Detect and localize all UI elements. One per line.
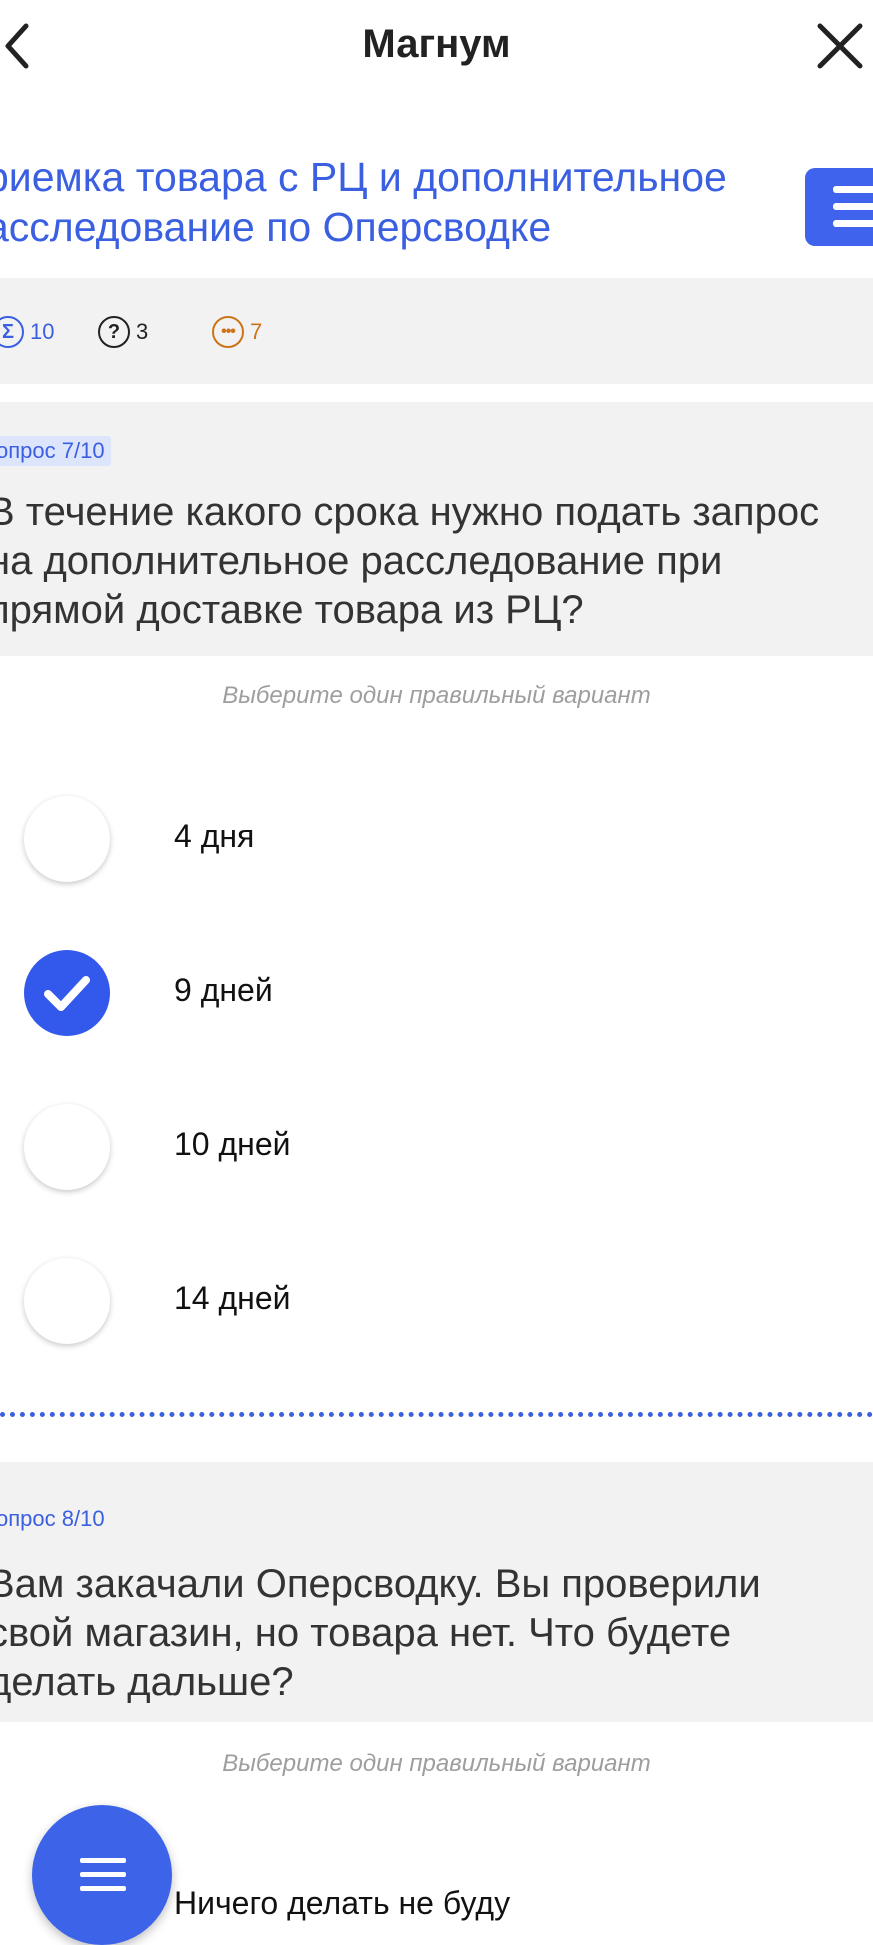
question-card: опрос 8/10 Вам закачали Оперсводку. Вы п… (0, 1462, 873, 1722)
question-text-line: В течение какого срока нужно подать запр… (0, 490, 820, 534)
close-button[interactable] (812, 18, 868, 74)
answer-option-label: 10 дней (174, 1126, 291, 1162)
question-text: Вам закачали Оперсводку. Вы проверили св… (0, 1560, 868, 1707)
chevron-left-icon (5, 23, 29, 69)
answer-option-label[interactable]: Ничего делать не буду (174, 1885, 510, 1922)
answer-option-label: 4 дня (174, 818, 255, 854)
course-title: риемка товара с РЦ и дополнительное ассл… (0, 152, 776, 252)
back-button[interactable] (0, 20, 44, 72)
question-text-line: свой магазин, но товара нет. Что будете (0, 1611, 732, 1655)
question-text-line: делать дальше? (0, 1660, 294, 1704)
answer-option[interactable]: 10 дней (0, 1088, 873, 1208)
question-text-line: Вам закачали Оперсводку. Вы проверили (0, 1562, 761, 1606)
question-number: опрос 7/10 (0, 436, 111, 466)
answer-hint: Выберите один правильный вариант (222, 682, 651, 709)
course-title-line1: риемка товара с РЦ и дополнительное (0, 154, 727, 200)
close-icon (817, 23, 863, 69)
sigma-icon: Σ (0, 316, 24, 348)
question-card: опрос 7/10 В течение какого срока нужно … (0, 402, 873, 656)
question-icon: ? (98, 316, 130, 348)
question-divider (0, 1412, 873, 1417)
radio-unchecked-icon[interactable] (24, 1104, 110, 1190)
answer-option[interactable]: 4 дня (0, 780, 873, 900)
question-text-line: прямой доставке товара из РЦ? (0, 588, 584, 632)
floating-menu-button[interactable] (32, 1805, 172, 1945)
menu-button[interactable] (805, 168, 873, 246)
stats-bar: Σ 10 ? 3 ••• 7 (0, 278, 873, 384)
stat-total: Σ 10 (0, 314, 54, 350)
stat-total-value: 10 (30, 319, 55, 344)
radio-unchecked-icon[interactable] (24, 1258, 110, 1344)
checkmark-icon (44, 976, 90, 1011)
answer-option[interactable]: 14 дней (0, 1242, 873, 1362)
stat-questions-value: 3 (136, 319, 149, 344)
radio-checked-icon[interactable] (24, 950, 110, 1036)
question-number: опрос 8/10 (0, 1506, 105, 1531)
stat-pending-value: 7 (250, 319, 263, 344)
course-title-line2: асследование по Оперсводке (0, 204, 552, 250)
stat-pending: ••• 7 (212, 314, 262, 350)
stat-questions: ? 3 (98, 314, 148, 350)
radio-unchecked-icon[interactable] (24, 796, 110, 882)
answer-option-label: 9 дней (174, 972, 273, 1008)
app-title: Магнум (362, 22, 511, 66)
question-text: В течение какого срока нужно подать запр… (0, 488, 868, 635)
app-header: Магнум (0, 0, 873, 92)
dots-icon: ••• (212, 316, 244, 348)
answer-option-selected[interactable]: 9 дней (0, 934, 873, 1054)
answer-option-label: 14 дней (174, 1280, 291, 1316)
question-text-line: на дополнительное расследование при (0, 539, 723, 583)
answer-hint: Выберите один правильный вариант (222, 1750, 651, 1777)
